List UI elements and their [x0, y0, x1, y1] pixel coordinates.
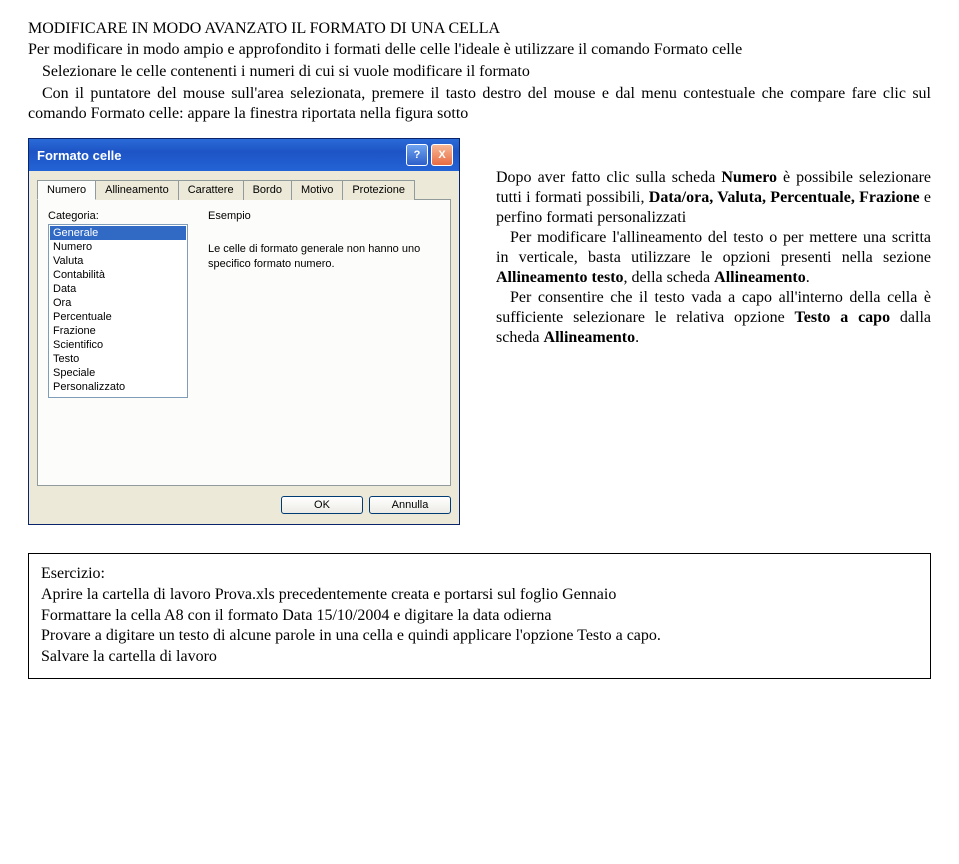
list-item[interactable]: Ora	[50, 296, 186, 310]
tab-allineamento[interactable]: Allineamento	[95, 180, 179, 200]
text-bold: Allineamento testo	[496, 269, 624, 286]
text: , della scheda	[624, 269, 715, 286]
text: .	[806, 269, 810, 286]
help-button[interactable]: ?	[406, 144, 428, 166]
text: Dopo aver fatto clic sulla scheda	[496, 169, 721, 186]
exercise-box: Esercizio: Aprire la cartella di lavoro …	[28, 553, 931, 679]
format-cells-dialog: Formato celle ? X Numero Allineamento Ca…	[28, 138, 460, 525]
list-item[interactable]: Testo	[50, 352, 186, 366]
category-listbox[interactable]: Generale Numero Valuta Contabilità Data …	[48, 224, 188, 398]
list-item[interactable]: Data	[50, 282, 186, 296]
text: .	[635, 329, 639, 346]
tab-numero[interactable]: Numero	[37, 180, 96, 200]
list-item[interactable]: Numero	[50, 240, 186, 254]
bullet-text: Con il puntatore del mouse sull'area sel…	[28, 85, 931, 122]
category-label: Categoria:	[48, 210, 188, 222]
intro-paragraph: Per modificare in modo ampio e approfond…	[28, 40, 931, 60]
list-item[interactable]: Scientifico	[50, 338, 186, 352]
list-item[interactable]: Contabilità	[50, 268, 186, 282]
exercise-line: Formattare la cella A8 con il formato Da…	[41, 606, 918, 627]
ok-button[interactable]: OK	[281, 496, 363, 514]
tab-bordo[interactable]: Bordo	[243, 180, 292, 200]
tab-strip: Numero Allineamento Carattere Bordo Moti…	[37, 179, 451, 200]
dialog-title: Formato celle	[37, 148, 122, 163]
bullet-text: Selezionare le celle contenenti i numeri…	[42, 63, 530, 80]
right-column-text: Dopo aver fatto clic sulla scheda Numero…	[496, 138, 931, 348]
section-title: MODIFICARE IN MODO AVANZATO IL FORMATO D…	[28, 20, 931, 38]
tab-protezione[interactable]: Protezione	[342, 180, 415, 200]
list-item[interactable]: Valuta	[50, 254, 186, 268]
close-button[interactable]: X	[431, 144, 453, 166]
text-bold: Numero	[721, 169, 777, 186]
text-bold: Allineamento	[544, 329, 636, 346]
example-description: Le celle di formato generale non hanno u…	[208, 242, 440, 273]
exercise-line: Aprire la cartella di lavoro Prova.xls p…	[41, 585, 918, 606]
example-label: Esempio	[208, 210, 440, 222]
text-bold: Allineamento	[714, 269, 806, 286]
titlebar: Formato celle ? X	[29, 139, 459, 171]
tab-carattere[interactable]: Carattere	[178, 180, 244, 200]
list-item[interactable]: Frazione	[50, 324, 186, 338]
tab-motivo[interactable]: Motivo	[291, 180, 343, 200]
exercise-line: Provare a digitare un testo di alcune pa…	[41, 626, 918, 647]
text: Per modificare l'allineamento del testo …	[496, 229, 931, 266]
list-item[interactable]: Percentuale	[50, 310, 186, 324]
exercise-line: Salvare la cartella di lavoro	[41, 647, 918, 668]
text-bold: Data/ora, Valuta, Percentuale, Frazione	[649, 189, 920, 206]
bullet-2: Con il puntatore del mouse sull'area sel…	[28, 84, 931, 124]
exercise-title: Esercizio:	[41, 564, 918, 585]
list-item[interactable]: Generale	[50, 226, 186, 240]
text-bold: Testo a capo	[795, 309, 891, 326]
list-item[interactable]: Personalizzato	[50, 380, 186, 394]
list-item[interactable]: Speciale	[50, 366, 186, 380]
cancel-button[interactable]: Annulla	[369, 496, 451, 514]
bullet-1: Selezionare le celle contenenti i numeri…	[28, 62, 931, 82]
